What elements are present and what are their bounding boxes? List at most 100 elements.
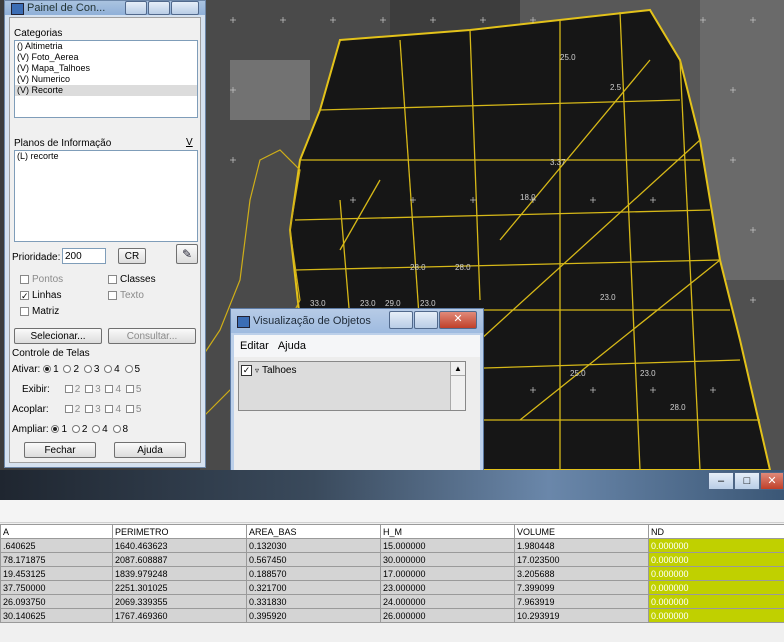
table-cell[interactable]: 2087.608887 bbox=[112, 552, 247, 567]
exibir-3-checkbox[interactable] bbox=[85, 385, 94, 394]
table-cell[interactable]: 7.963919 bbox=[514, 594, 649, 609]
table-cell[interactable]: 30.140625 bbox=[0, 608, 113, 623]
menu-editar[interactable]: Editar bbox=[240, 340, 269, 352]
column-header[interactable]: VOLUME bbox=[514, 524, 649, 539]
table-cell[interactable]: 78.171875 bbox=[0, 552, 113, 567]
table-cell[interactable]: 1.980448 bbox=[514, 538, 649, 553]
acoplar-3-checkbox[interactable] bbox=[85, 405, 94, 414]
tree-scrollbar[interactable]: ▲ bbox=[450, 362, 465, 410]
table-cell[interactable]: 2069.339355 bbox=[112, 594, 247, 609]
table-cell[interactable]: 0.321700 bbox=[246, 580, 381, 595]
category-item[interactable]: () Altimetria bbox=[15, 41, 197, 52]
expand-triangle-icon[interactable]: ▿ bbox=[255, 366, 259, 375]
acoplar-5-checkbox[interactable] bbox=[125, 405, 134, 414]
selecionar-button[interactable]: Selecionar... bbox=[14, 328, 102, 344]
minimize-button[interactable]: – bbox=[708, 472, 734, 490]
category-item[interactable]: (V) Recorte bbox=[15, 85, 197, 96]
table-cell[interactable]: 30.000000 bbox=[380, 552, 515, 567]
acoplar-4-checkbox[interactable] bbox=[105, 405, 114, 414]
table-cell[interactable]: 7.399099 bbox=[514, 580, 649, 595]
table-cell[interactable]: 0.188570 bbox=[246, 566, 381, 581]
table-row[interactable]: .640625 1640.463623 0.132030 15.000000 1.980… bbox=[0, 538, 784, 553]
column-header[interactable]: H_M bbox=[380, 524, 515, 539]
ativar-5-radio[interactable] bbox=[124, 365, 133, 374]
ativar-4-radio[interactable] bbox=[104, 365, 113, 374]
consultar-button[interactable]: Consultar... bbox=[108, 328, 196, 344]
table-cell[interactable]: 0.331830 bbox=[246, 594, 381, 609]
table-cell[interactable]: 26.000000 bbox=[380, 608, 515, 623]
table-cell[interactable]: 0.567450 bbox=[246, 552, 381, 567]
table-cell[interactable]: 19.453125 bbox=[0, 566, 113, 581]
panel-titlebar[interactable]: Painel de Con... bbox=[5, 1, 205, 15]
plano-item[interactable]: (L) recorte bbox=[15, 151, 197, 162]
table-row[interactable]: 37.750000 2251.301025 0.321700 23.000000 7.3… bbox=[0, 580, 784, 595]
table-cell[interactable]: 0.000000 bbox=[648, 608, 784, 623]
table-cell[interactable]: 1767.469360 bbox=[112, 608, 247, 623]
table-cell[interactable]: 0.000000 bbox=[648, 580, 784, 595]
checkbox-icon[interactable]: ✓ bbox=[241, 365, 252, 376]
exibir-4-checkbox[interactable] bbox=[105, 385, 114, 394]
table-cell[interactable]: 23.000000 bbox=[380, 580, 515, 595]
exibir-5-checkbox[interactable] bbox=[125, 385, 134, 394]
table-cell[interactable]: 2251.301025 bbox=[112, 580, 247, 595]
planos-list[interactable]: (L) recorte bbox=[14, 150, 198, 242]
table-cell[interactable]: 15.000000 bbox=[380, 538, 515, 553]
table-cell[interactable]: 37.750000 bbox=[0, 580, 113, 595]
table-cell[interactable]: 1839.979248 bbox=[112, 566, 247, 581]
maximize-button[interactable] bbox=[414, 311, 438, 329]
minimize-button[interactable] bbox=[125, 1, 147, 15]
minimize-button[interactable] bbox=[389, 311, 413, 329]
table-cell[interactable]: .640625 bbox=[0, 538, 113, 553]
linhas-checkbox[interactable]: ✓ Linhas bbox=[20, 290, 61, 301]
table-titlebar[interactable]: – □ ✕ bbox=[0, 470, 784, 500]
object-tree[interactable]: ✓ ▿ Talhoes ▲ bbox=[238, 361, 466, 411]
table-cell[interactable]: 3.205688 bbox=[514, 566, 649, 581]
texto-checkbox[interactable]: Texto bbox=[108, 290, 144, 301]
matriz-checkbox[interactable]: Matriz bbox=[20, 306, 59, 317]
ajuda-button[interactable]: Ajuda bbox=[114, 442, 186, 458]
planos-v-button[interactable]: V bbox=[186, 137, 193, 148]
table-cell[interactable]: 0.395920 bbox=[246, 608, 381, 623]
tree-item-talhoes[interactable]: ✓ ▿ Talhoes bbox=[241, 365, 296, 376]
scroll-up-arrow-icon[interactable]: ▲ bbox=[451, 362, 465, 376]
table-cell[interactable]: 17.000000 bbox=[380, 566, 515, 581]
table-cell[interactable]: 1640.463623 bbox=[112, 538, 247, 553]
table-cell[interactable]: 26.093750 bbox=[0, 594, 113, 609]
table-cell[interactable]: 0.132030 bbox=[246, 538, 381, 553]
category-item[interactable]: (V) Foto_Aerea bbox=[15, 52, 197, 63]
close-button[interactable]: ✕ bbox=[439, 311, 477, 329]
cr-button[interactable]: CR bbox=[118, 248, 146, 264]
maximize-button[interactable] bbox=[148, 1, 170, 15]
category-item[interactable]: (V) Mapa_Talhoes bbox=[15, 63, 197, 74]
acoplar-2-checkbox[interactable] bbox=[64, 405, 73, 414]
ativar-1-radio[interactable] bbox=[43, 365, 52, 374]
column-header[interactable]: AREA_BAS bbox=[246, 524, 381, 539]
column-header[interactable]: ND bbox=[648, 524, 784, 539]
fechar-button[interactable]: Fechar bbox=[24, 442, 96, 458]
pontos-checkbox[interactable]: Pontos bbox=[20, 274, 63, 285]
pencil-color-button[interactable]: ✎ bbox=[176, 244, 198, 264]
column-header[interactable]: PERIMETRO bbox=[112, 524, 247, 539]
table-row[interactable]: 78.171875 2087.608887 0.567450 30.000000 17.… bbox=[0, 552, 784, 567]
ativar-3-radio[interactable] bbox=[83, 365, 92, 374]
table-row[interactable]: 19.453125 1839.979248 0.188570 17.000000 3.2… bbox=[0, 566, 784, 581]
exibir-2-checkbox[interactable] bbox=[64, 385, 73, 394]
table-cell[interactable]: 17.023500 bbox=[514, 552, 649, 567]
ampliar-2-radio[interactable] bbox=[71, 425, 80, 434]
ativar-2-radio[interactable] bbox=[63, 365, 72, 374]
column-header[interactable]: A bbox=[0, 524, 113, 539]
ampliar-4-radio[interactable] bbox=[92, 425, 101, 434]
table-cell[interactable]: 10.293919 bbox=[514, 608, 649, 623]
close-button[interactable]: ✕ bbox=[760, 472, 784, 490]
table-cell[interactable]: 24.000000 bbox=[380, 594, 515, 609]
close-button[interactable] bbox=[171, 1, 199, 15]
table-cell[interactable]: 0.000000 bbox=[648, 538, 784, 553]
attribute-table[interactable]: A PERIMETRO AREA_BAS H_M VOLUME ND .6406… bbox=[0, 524, 784, 623]
maximize-button[interactable]: □ bbox=[734, 472, 760, 490]
categorias-list[interactable]: () Altimetria (V) Foto_Aerea (V) Mapa_Ta… bbox=[14, 40, 198, 118]
category-item[interactable]: (V) Numerico bbox=[15, 74, 197, 85]
table-cell[interactable]: 0.000000 bbox=[648, 552, 784, 567]
ampliar-8-radio[interactable] bbox=[112, 425, 121, 434]
table-row[interactable]: 30.140625 1767.469360 0.395920 26.000000 10.… bbox=[0, 608, 784, 623]
table-row[interactable]: 26.093750 2069.339355 0.331830 24.000000 7.9… bbox=[0, 594, 784, 609]
